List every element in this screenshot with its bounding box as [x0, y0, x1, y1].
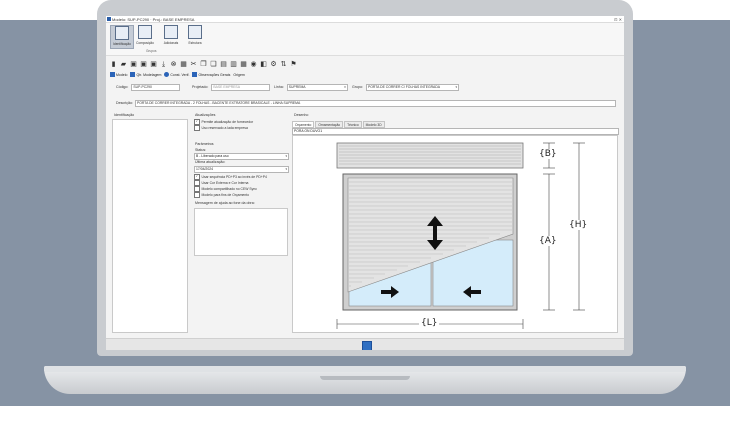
grid-icon[interactable]: ▦	[180, 61, 187, 68]
ultima-label: Última atualização:	[195, 160, 226, 164]
view-icon[interactable]: ◉	[250, 61, 257, 68]
opt-orcamento[interactable]: Modelo para fins de Orçamento	[194, 192, 290, 198]
tools-icon[interactable]: ⚙	[270, 61, 277, 68]
save-as-icon[interactable]: ▣	[140, 61, 147, 68]
status-bar	[106, 338, 624, 350]
drawing-canvas[interactable]: {B} {A} {H} {L}	[292, 135, 618, 333]
ribbon-composicao-button[interactable]: Composição	[134, 25, 156, 47]
ribbon-estrutura-button[interactable]: Estrutura	[184, 25, 206, 47]
projeto-field[interactable]: BASE EMPRESA	[211, 83, 271, 91]
window-drawing	[336, 142, 585, 329]
ribbon-adicionais-button[interactable]: Adicionais	[160, 25, 182, 47]
desenho-title: Desenho	[294, 113, 309, 117]
main-toolbar: ▮ ▰ ▣ ▣ ▣ ⤓ ⊗ ▦ ✂ ❐ ❑ ▤ ▥ ▦ ◉ ◧ ⚙ ⇅ ⚑	[110, 59, 297, 69]
status-select[interactable]: B - Liberado para uso	[194, 153, 289, 160]
laptop-notch	[320, 376, 410, 380]
modelagem-button[interactable]: Qtr. Modelagem	[130, 72, 161, 77]
origem-button[interactable]: Origem	[233, 73, 244, 77]
tab-tecnico[interactable]: Técnico	[344, 121, 362, 128]
ab-icon[interactable]: ▦	[240, 61, 247, 68]
sort-icon[interactable]: ⇅	[280, 61, 287, 68]
copy-icon[interactable]: ❐	[200, 61, 207, 68]
grid-icon	[138, 25, 152, 39]
checkbox-orcamento[interactable]	[194, 192, 200, 198]
ribbon-identificacao-button[interactable]: Identificação	[110, 25, 134, 49]
window-icon	[115, 26, 129, 40]
identificacao-title: Identificação	[114, 113, 135, 117]
linha-select[interactable]: SUPREMA	[286, 83, 348, 91]
ultima-date[interactable]: 17/04/2024	[194, 166, 289, 173]
print-icon[interactable]: ▥	[230, 61, 237, 68]
linha-row: Linha: SUPREMA	[274, 83, 348, 91]
desenho-subfield[interactable]: PORA ON DUVO1	[292, 128, 619, 135]
window-title: Modelo: SUP-PC290 · Proj.: BASE EMPRESA	[112, 16, 195, 22]
open-folder-icon[interactable]: ▰	[120, 61, 127, 68]
window-controls[interactable]: ⊡ ✕	[614, 17, 622, 22]
status-label: Status:	[195, 148, 207, 152]
descricao-row: Descrição: PORTA DE CORRER INTEGRADA - 2…	[116, 99, 616, 107]
structure-icon	[188, 25, 202, 39]
title-bar: Modelo: SUP-PC290 · Proj.: BASE EMPRESA …	[106, 16, 624, 23]
modelagem-icon	[130, 72, 136, 77]
mensagem-textarea[interactable]	[194, 208, 288, 256]
mensagem-label: Mensagem de ajuda ao fone da obra:	[195, 201, 255, 205]
flag-icon[interactable]: ⚑	[290, 61, 297, 68]
checkbox-sync[interactable]	[194, 186, 200, 192]
codigo-field[interactable]: SUP-PC290	[131, 83, 181, 91]
checkbox-reservado[interactable]	[194, 125, 200, 131]
save-icon[interactable]: ▣	[130, 61, 137, 68]
checkbox-permite[interactable]: ✓	[194, 119, 200, 125]
atualizacoes-group: ✓ Permite atualização de fornecedor Uso r…	[194, 119, 288, 131]
app-icon	[107, 17, 111, 21]
modelo-icon	[110, 72, 115, 77]
options-group: ✓ Usar sequência PD+P3 ao invés de PD+P4 …	[194, 174, 290, 198]
dim-label-h: {H}	[569, 220, 588, 230]
descricao-field[interactable]: PORTA DE CORRER INTEGRADA - 2 FOLHAS - B…	[134, 99, 616, 107]
codigo-row: Código: SUP-PC290	[116, 83, 181, 91]
dim-label-a: {A}	[539, 236, 557, 246]
tab-modelo3d[interactable]: Modelo 3D	[362, 121, 385, 128]
grid-view-icon[interactable]	[362, 341, 372, 350]
clipboard-icon[interactable]: ▤	[220, 61, 227, 68]
cancel-icon[interactable]: ⊗	[170, 61, 177, 68]
ribbon: Identificação Composição Adicionais Estr…	[106, 23, 624, 56]
observacoes-button[interactable]: Observações Gerais	[192, 72, 230, 77]
check-icon	[164, 72, 170, 77]
tab-ornamentacao[interactable]: Ornamentação	[315, 121, 344, 128]
app-window: Modelo: SUP-PC290 · Proj.: BASE EMPRESA …	[106, 16, 624, 350]
secondary-toolbar: Modelo Qtr. Modelagem Const. Verif. Obse…	[110, 71, 245, 78]
identificacao-panel[interactable]	[112, 119, 188, 333]
ribbon-group-label: Grupos	[146, 49, 157, 53]
laptop-base-top	[44, 366, 686, 372]
grupo-select[interactable]: PORTA DE CORRER C/ FOLHAS INTEGRADA	[366, 83, 459, 91]
atualizacoes-title: Atualizações	[195, 113, 216, 117]
save-all-icon[interactable]: ▣	[150, 61, 157, 68]
tab-orcamento[interactable]: Orçamento	[292, 121, 315, 128]
cut-icon[interactable]: ✂	[190, 61, 197, 68]
desenho-tabs: Orçamento Ornamentação Técnico Modelo 3D	[292, 121, 385, 128]
paste-icon[interactable]: ❑	[210, 61, 217, 68]
layers-icon	[164, 25, 178, 39]
modelo-button[interactable]: Modelo	[110, 72, 127, 77]
download-icon[interactable]: ⤓	[160, 61, 167, 68]
const-verif-button[interactable]: Const. Verif.	[164, 72, 189, 77]
grupo-row: Grupo: PORTA DE CORRER C/ FOLHAS INTEGRA…	[352, 83, 459, 91]
checkbox-cor[interactable]	[194, 180, 200, 186]
dim-label-l: {L}	[419, 318, 440, 328]
eraser-icon[interactable]: ◧	[260, 61, 267, 68]
check-reservado[interactable]: Uso reservado a lada empresa	[194, 125, 288, 131]
new-file-icon[interactable]: ▮	[110, 61, 117, 68]
projeto-row: Projetado: BASE EMPRESA	[192, 83, 271, 91]
dim-label-b: {B}	[539, 149, 557, 159]
comment-icon	[192, 72, 198, 77]
parametros-title: Parâmetros	[195, 142, 214, 146]
checkbox-sequencia[interactable]: ✓	[194, 174, 200, 180]
